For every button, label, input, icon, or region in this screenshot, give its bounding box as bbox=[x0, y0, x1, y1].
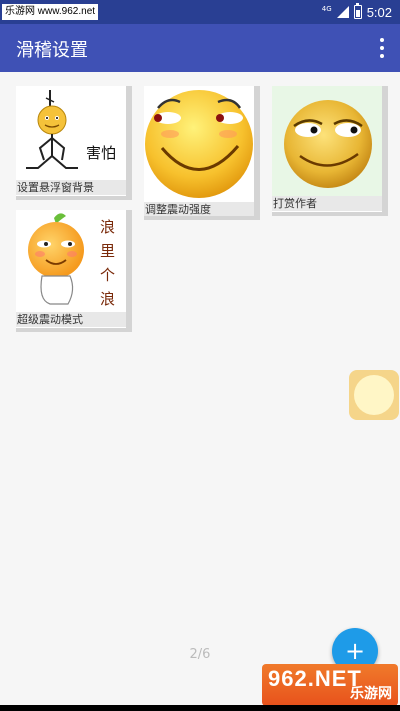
card-float-background[interactable]: 害怕 设置悬浮窗背景 bbox=[16, 86, 126, 196]
image-caption-char: 里 bbox=[100, 242, 115, 260]
smug-emoji-image bbox=[272, 86, 382, 196]
card-shadow bbox=[126, 86, 132, 196]
watermark: 乐游网 www.962.net bbox=[2, 4, 99, 20]
bottom-edge bbox=[0, 705, 400, 711]
orange-emoji-image: 浪 里 个 浪 bbox=[16, 210, 126, 312]
card-shadow bbox=[254, 86, 260, 216]
card-label: 设置悬浮窗背景 bbox=[16, 180, 126, 195]
image-caption-char: 浪 bbox=[100, 218, 115, 236]
network-type: 4G bbox=[321, 5, 332, 13]
logo-subtext: 乐游网 bbox=[350, 686, 392, 702]
app-bar: 滑稽设置 bbox=[0, 24, 400, 72]
card-label: 调整震动强度 bbox=[144, 202, 254, 217]
card-label: 打赏作者 bbox=[272, 196, 382, 211]
smile-emoji-image bbox=[144, 86, 254, 202]
card-shadow bbox=[272, 212, 388, 216]
more-vert-icon[interactable] bbox=[378, 38, 386, 58]
image-caption-char: 个 bbox=[100, 266, 115, 284]
card-shadow bbox=[144, 216, 260, 220]
watermark-logo: 962.NET 乐游网 bbox=[262, 664, 398, 706]
logo-text: 962.NET bbox=[268, 666, 362, 691]
card-shadow bbox=[126, 210, 132, 328]
status-icons: 4G 5:02 bbox=[322, 0, 392, 24]
clock: 5:02 bbox=[366, 4, 392, 20]
floating-ball-face-icon bbox=[354, 375, 394, 415]
status-bar: 乐游网 www.962.net 4G 5:02 bbox=[0, 0, 400, 24]
card-shadow bbox=[382, 86, 388, 212]
card-reward-author[interactable]: 打赏作者 bbox=[272, 86, 382, 212]
card-shadow bbox=[16, 328, 132, 332]
page-title: 滑稽设置 bbox=[16, 40, 88, 61]
signal-icon bbox=[336, 6, 349, 18]
card-vibration-strength[interactable]: 调整震动强度 bbox=[144, 86, 254, 217]
scared-emoji-image: 害怕 bbox=[16, 86, 126, 180]
card-label: 超级震动模式 bbox=[16, 312, 126, 327]
image-caption-char: 浪 bbox=[100, 290, 115, 308]
card-shadow bbox=[16, 196, 132, 200]
battery-icon bbox=[353, 3, 362, 19]
card-super-vibration[interactable]: 浪 里 个 浪 超级震动模式 bbox=[16, 210, 126, 328]
floating-ball[interactable] bbox=[349, 370, 399, 420]
image-caption: 害怕 bbox=[86, 144, 116, 162]
